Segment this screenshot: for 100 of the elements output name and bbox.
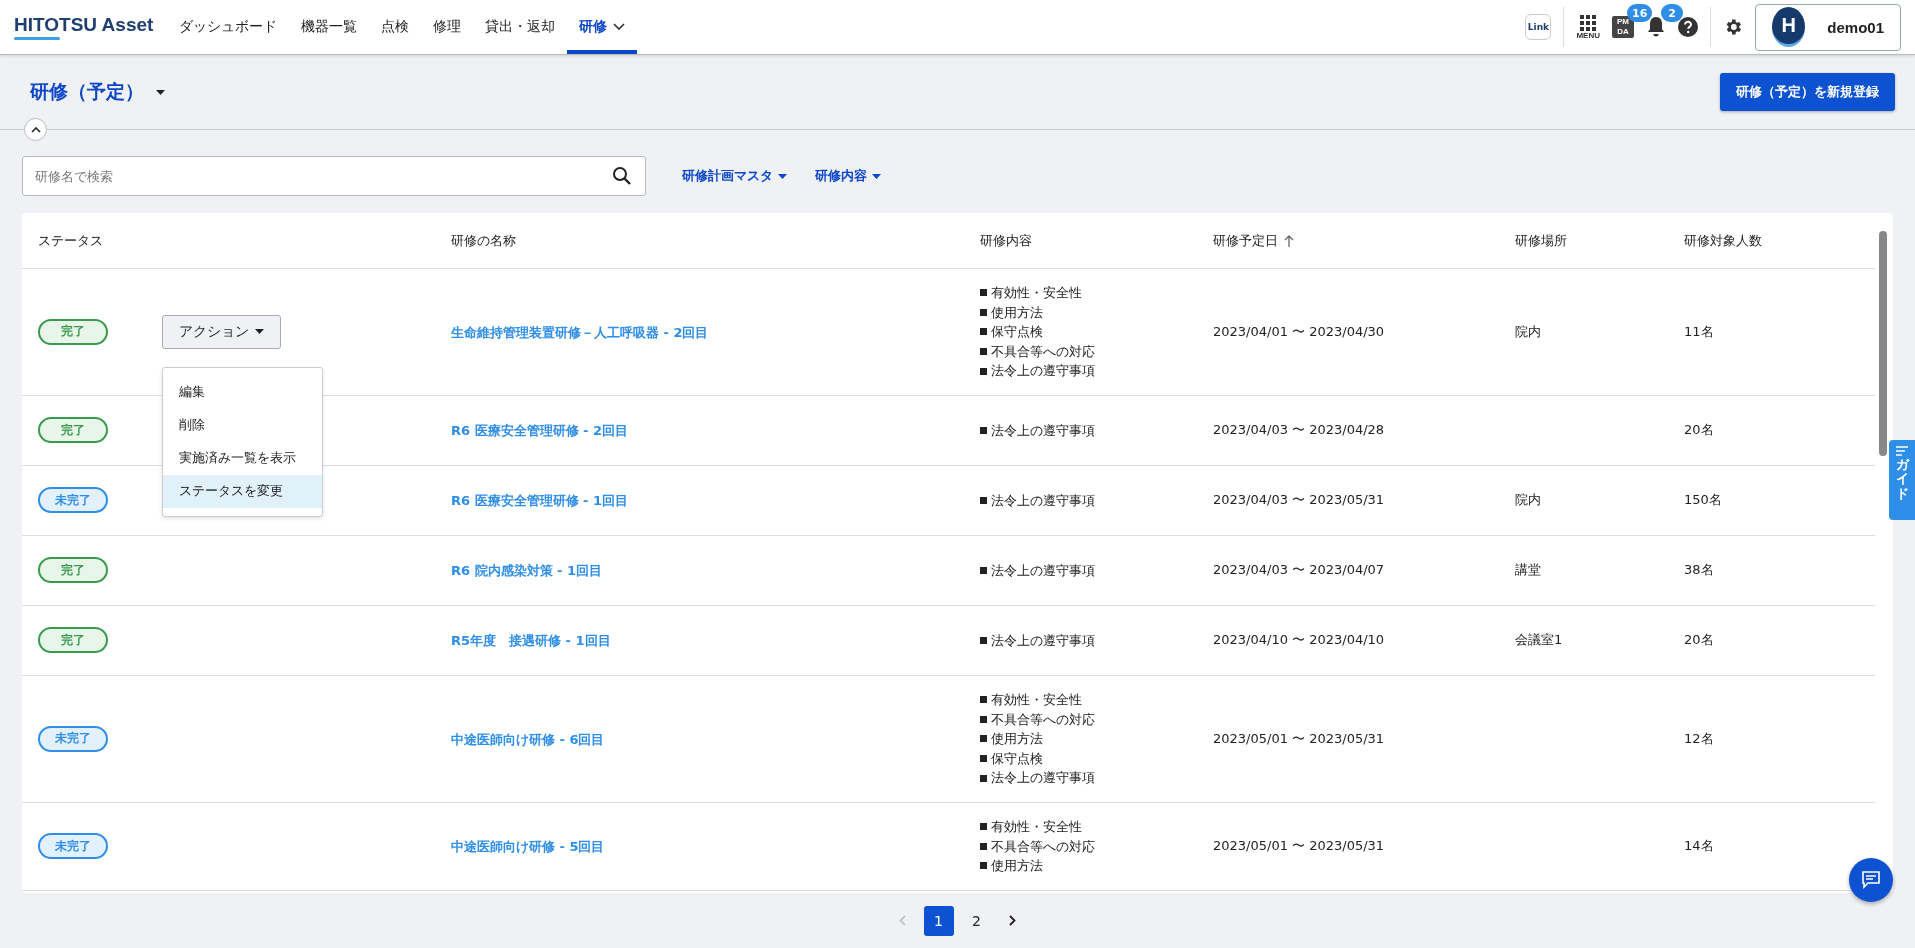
bullet-icon — [980, 348, 987, 356]
bell-icon — [1646, 16, 1666, 38]
content-item: 不具合等への対応 — [991, 837, 1095, 856]
nav-tab[interactable]: 修理 — [421, 0, 474, 54]
bullet-icon — [980, 735, 987, 743]
status-badge: 未完了 — [38, 487, 108, 514]
page-title-dropdown[interactable]: 研修（予定） — [30, 79, 165, 105]
status-badge: 未完了 — [38, 725, 108, 752]
chevron-down-icon — [613, 23, 626, 31]
link-app-icon[interactable]: Link — [1525, 14, 1552, 40]
content-item: 不具合等への対応 — [991, 710, 1095, 729]
date-range-cell-text: 2023/04/03 〜 2023/05/31 — [1213, 491, 1386, 510]
nav-tab[interactable]: 点検 — [369, 0, 422, 54]
count-cell-text: 150名 — [1684, 491, 1723, 510]
status-badge: 未完了 — [38, 833, 108, 860]
place-cell-text: 院内 — [1515, 491, 1542, 510]
pmda-button[interactable]: PM DA — [1612, 16, 1634, 38]
collapse-button[interactable] — [24, 118, 47, 141]
training-name-link[interactable]: 生命維持管理装置研修－人工呼吸器 - 2回目 — [451, 325, 709, 340]
nav-tab[interactable]: 機器一覧 — [289, 0, 370, 54]
bullet-icon — [980, 636, 987, 644]
user-avatar: H — [1772, 7, 1806, 47]
content-item: 法令上の遵守事項 — [991, 631, 1095, 650]
page-button[interactable]: 1 — [923, 905, 954, 936]
filter-dropdown[interactable]: 研修計画マスタ — [682, 167, 787, 185]
content-item: 保守点検 — [991, 323, 1043, 342]
status-badge: 完了 — [38, 627, 108, 654]
caret-icon — [872, 173, 881, 179]
date-range-cell-text: 2023/04/01 〜 2023/04/30 — [1213, 323, 1386, 341]
date-range-cell-text: 2023/05/01 〜 2023/05/31 — [1213, 729, 1386, 748]
count-cell-text: 38名 — [1684, 561, 1715, 580]
nav-tab[interactable]: 研修 — [567, 0, 638, 54]
search-icon[interactable] — [612, 166, 632, 186]
bullet-icon — [980, 566, 987, 574]
date-range-cell-text: 2023/05/01 〜 2023/05/31 — [1213, 837, 1386, 856]
status-badge: 完了 — [38, 417, 108, 444]
bullet-icon — [980, 289, 987, 297]
bullet-icon — [980, 774, 987, 782]
column-header[interactable]: 研修対象人数 — [1684, 231, 1762, 250]
count-cell-text: 20名 — [1684, 631, 1715, 650]
content-item: 法令上の遵守事項 — [991, 561, 1095, 580]
list-icon — [1896, 446, 1908, 456]
chevron-left-icon — [899, 915, 906, 926]
filter-dropdown[interactable]: 研修内容 — [815, 167, 881, 185]
help-button[interactable] — [1678, 17, 1698, 37]
place-cell-text: 会議室1 — [1515, 631, 1564, 650]
content-item: 有効性・安全性 — [991, 817, 1082, 836]
user-menu-button[interactable]: H demo01 — [1755, 3, 1901, 51]
bullet-icon — [980, 696, 987, 704]
chat-icon — [1861, 871, 1881, 889]
count-cell-text: 11名 — [1684, 323, 1715, 341]
bullet-icon — [980, 715, 987, 723]
page-button[interactable]: 2 — [961, 905, 992, 936]
content-item: 使用方法 — [991, 730, 1043, 749]
nav-tab[interactable]: ダッシュボード — [167, 0, 290, 54]
place-cell-text: 講堂 — [1515, 561, 1542, 580]
menu-item[interactable]: 編集 — [163, 376, 322, 409]
bullet-icon — [980, 496, 987, 504]
count-cell-text: 20名 — [1684, 421, 1715, 440]
column-header[interactable]: 研修の名称 — [451, 231, 516, 250]
content-item: 法令上の遵守事項 — [991, 421, 1095, 440]
bullet-icon — [980, 755, 987, 763]
bullet-icon — [980, 862, 987, 870]
search-field[interactable]: 研修名で検索 — [22, 156, 646, 196]
content-item: 不具合等への対応 — [991, 342, 1095, 361]
count-badge: 2 — [1661, 4, 1683, 22]
chevron-up-icon — [30, 126, 41, 133]
caret-icon — [255, 329, 264, 335]
menu-item[interactable]: 削除 — [163, 409, 322, 442]
date-range-cell-text: 2023/04/03 〜 2023/04/28 — [1213, 421, 1386, 440]
column-header[interactable]: 研修場所 — [1515, 231, 1567, 250]
chevron-right-icon — [1009, 915, 1016, 926]
bullet-icon — [980, 842, 987, 850]
bullet-icon — [980, 367, 987, 375]
content-item: 有効性・安全性 — [991, 690, 1082, 709]
place-cell-text: 院内 — [1515, 323, 1542, 341]
action-dropdown-button[interactable]: アクション — [162, 315, 281, 349]
column-header[interactable]: 研修予定日 — [1213, 231, 1278, 250]
column-header[interactable]: ステータス — [38, 231, 103, 250]
content-item: 使用方法 — [991, 303, 1043, 322]
count-cell-text: 12名 — [1684, 729, 1715, 748]
content-item: 法令上の遵守事項 — [991, 769, 1095, 788]
help-icon — [1678, 17, 1698, 37]
grid-icon — [1580, 14, 1597, 31]
count-cell-text: 14名 — [1684, 837, 1715, 856]
menu-item[interactable]: 実施済み一覧を表示 — [163, 442, 322, 475]
notification-button[interactable] — [1646, 16, 1666, 38]
caret-icon — [778, 173, 787, 179]
bullet-icon — [980, 328, 987, 336]
column-header[interactable]: 研修内容 — [980, 231, 1032, 250]
content-item: 法令上の遵守事項 — [991, 491, 1095, 510]
nav-tab[interactable]: 貸出・返却 — [473, 0, 568, 54]
training-name-link[interactable]: R6 院内感染対策 - 1回目 — [451, 563, 603, 579]
sort-up-icon[interactable] — [1284, 234, 1294, 247]
content-item: 保守点検 — [991, 749, 1043, 768]
menu-button[interactable]: MENU — [1576, 14, 1600, 40]
bullet-icon — [980, 426, 987, 434]
new-training-button[interactable]: 研修（予定）を新規登録 — [1720, 73, 1895, 111]
app-logo[interactable]: HITOTSU Asset — [14, 0, 154, 54]
menu-item[interactable]: ステータスを変更 — [163, 475, 322, 508]
